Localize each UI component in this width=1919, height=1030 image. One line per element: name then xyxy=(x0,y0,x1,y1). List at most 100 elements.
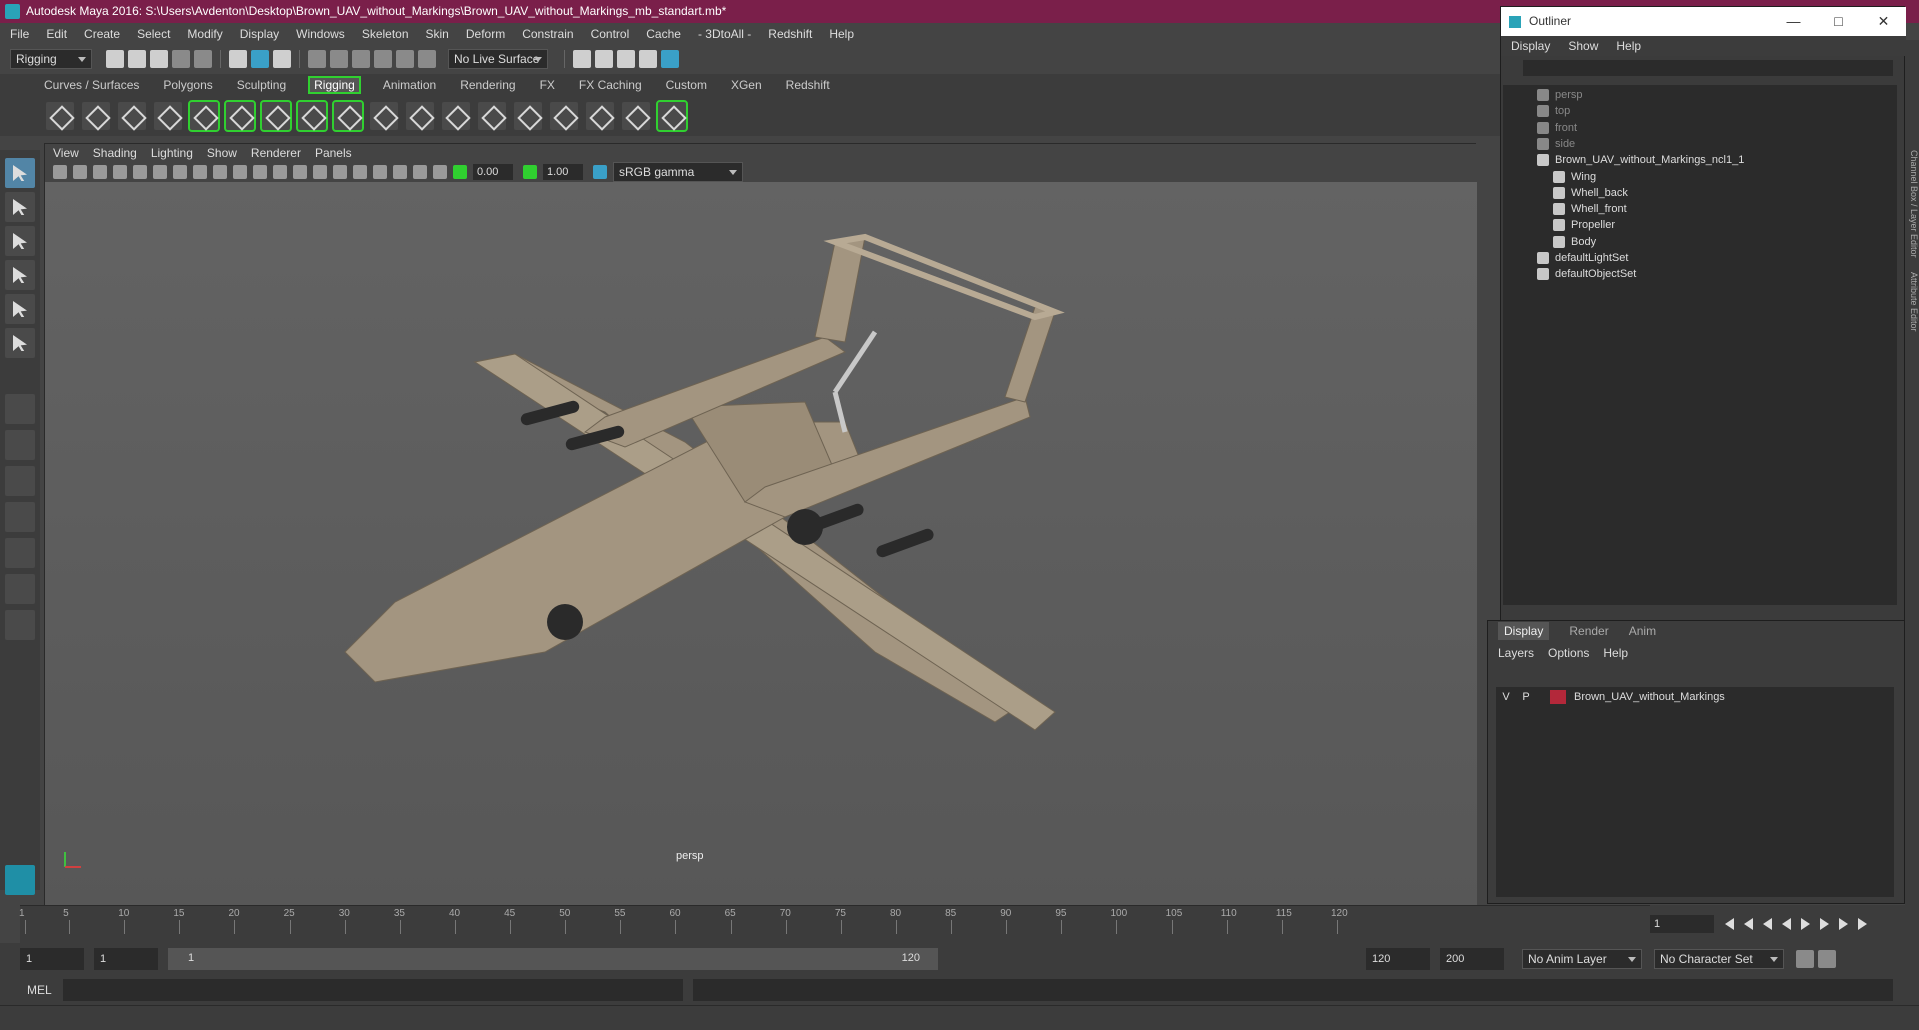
layer-menu-layers[interactable]: Layers xyxy=(1498,646,1534,660)
step-forward-key-icon[interactable] xyxy=(1839,918,1848,930)
hypershade-icon[interactable] xyxy=(661,50,679,68)
select-tool-icon[interactable] xyxy=(5,158,35,188)
live-surface-field[interactable]: No Live Surface xyxy=(448,49,548,69)
outliner-item[interactable]: defaultObjectSet xyxy=(1537,264,1636,284)
visibility-toggle[interactable]: V xyxy=(1496,691,1516,703)
anim-layer-dropdown[interactable]: No Anim Layer xyxy=(1522,949,1642,969)
menu-windows[interactable]: Windows xyxy=(296,27,345,41)
ik-handle-icon[interactable] xyxy=(82,102,110,130)
script-language-label[interactable]: MEL xyxy=(27,983,63,997)
ambient-occlusion-icon[interactable] xyxy=(353,165,367,179)
interactive-bind-icon[interactable] xyxy=(296,100,328,132)
redo-icon[interactable] xyxy=(194,50,212,68)
menu-cache[interactable]: Cache xyxy=(646,27,681,41)
lattice-icon[interactable] xyxy=(406,102,434,130)
shelf-tab-fx[interactable]: FX xyxy=(540,78,555,92)
perspective-viewport[interactable] xyxy=(45,182,1477,906)
viewport-menu-show[interactable]: Show xyxy=(207,146,237,160)
side-tab-channel-box-layer-editor[interactable]: Channel Box / Layer Editor xyxy=(1909,150,1919,258)
menu-create[interactable]: Create xyxy=(84,27,120,41)
auto-key-icon[interactable] xyxy=(1796,950,1814,968)
command-input[interactable] xyxy=(63,979,683,1001)
menu-3dtoall[interactable]: - 3DtoAll - xyxy=(698,27,751,41)
menu-set-dropdown[interactable]: Rigging xyxy=(10,49,92,69)
viewport-menu-renderer[interactable]: Renderer xyxy=(251,146,301,160)
render-view-icon[interactable] xyxy=(595,50,613,68)
menu-skeleton[interactable]: Skeleton xyxy=(362,27,409,41)
wireframe-icon[interactable] xyxy=(253,165,267,179)
viewport-menu-view[interactable]: View xyxy=(53,146,79,160)
save-scene-icon[interactable] xyxy=(150,50,168,68)
layer-tab-anim[interactable]: Anim xyxy=(1629,624,1656,638)
render-settings-icon[interactable] xyxy=(573,50,591,68)
open-scene-icon[interactable] xyxy=(128,50,146,68)
menu-constrain[interactable]: Constrain xyxy=(522,27,573,41)
viewport-menu-panels[interactable]: Panels xyxy=(315,146,352,160)
ik-spline-icon[interactable] xyxy=(118,102,146,130)
paint-weights-icon[interactable] xyxy=(332,100,364,132)
point-constraint-icon[interactable] xyxy=(550,102,578,130)
shelf-tab-redshift[interactable]: Redshift xyxy=(786,78,830,92)
shadows-icon[interactable] xyxy=(333,165,347,179)
menu-control[interactable]: Control xyxy=(591,27,630,41)
wrap-icon[interactable] xyxy=(478,102,506,130)
side-tab-attribute-editor[interactable]: Attribute Editor xyxy=(1909,272,1919,332)
field-chart-icon[interactable] xyxy=(213,165,227,179)
menu-deform[interactable]: Deform xyxy=(466,27,505,41)
time-slider[interactable]: 1 5 10 15 20 25 30 35 40 45 50 55 60 65 70 75 80 85 90 95 10… xyxy=(19,905,1660,943)
shelf-tab-sculpting[interactable]: Sculpting xyxy=(237,78,286,92)
go-to-end-icon[interactable] xyxy=(1858,918,1867,930)
step-back-key-icon[interactable] xyxy=(1744,918,1753,930)
menu-edit[interactable]: Edit xyxy=(46,27,67,41)
playback-toggle[interactable]: P xyxy=(1516,691,1536,703)
locator-icon[interactable] xyxy=(622,102,650,130)
four-view-icon[interactable] xyxy=(5,430,35,460)
layout-menu-icon[interactable] xyxy=(5,610,35,640)
blend-shape-icon[interactable] xyxy=(442,102,470,130)
smooth-bind-icon[interactable] xyxy=(260,100,292,132)
outliner-search-input[interactable] xyxy=(1523,60,1893,76)
select-hierarchy-icon[interactable] xyxy=(229,50,247,68)
layer-name[interactable]: Brown_UAV_without_Markings xyxy=(1574,691,1725,703)
rotate-tool-icon[interactable] xyxy=(5,294,35,324)
joint-tool-icon[interactable] xyxy=(46,102,74,130)
menu-file[interactable]: File xyxy=(10,27,29,41)
hypershade-layout-icon[interactable] xyxy=(5,574,35,604)
close-icon[interactable]: ✕ xyxy=(1861,7,1906,36)
textured-icon[interactable] xyxy=(293,165,307,179)
snap-grid-icon[interactable] xyxy=(308,50,326,68)
camera-attributes-icon[interactable] xyxy=(73,165,87,179)
gamma-field[interactable]: 1.00 xyxy=(543,164,583,180)
menu-skin[interactable]: Skin xyxy=(426,27,449,41)
ipr-render-icon[interactable] xyxy=(639,50,657,68)
play-backwards-icon[interactable] xyxy=(1782,918,1791,930)
select-object-icon[interactable] xyxy=(251,50,269,68)
color-management-icon[interactable] xyxy=(593,165,607,179)
step-forward-frame-icon[interactable] xyxy=(1820,918,1829,930)
humanik-icon[interactable] xyxy=(188,100,220,132)
resolution-gate-icon[interactable] xyxy=(173,165,187,179)
move-tool-icon[interactable] xyxy=(5,260,35,290)
go-to-start-icon[interactable] xyxy=(1725,918,1734,930)
shelf-tab-rigging[interactable]: Rigging xyxy=(308,76,361,94)
select-component-icon[interactable] xyxy=(273,50,291,68)
shelf-tab-curves-surfaces[interactable]: Curves / Surfaces xyxy=(44,78,139,92)
step-back-frame-icon[interactable] xyxy=(1763,918,1772,930)
menu-redshift[interactable]: Redshift xyxy=(768,27,812,41)
persp-graph-icon[interactable] xyxy=(5,538,35,568)
animation-prefs-icon[interactable] xyxy=(1818,950,1836,968)
motion-blur-icon[interactable] xyxy=(373,165,387,179)
view-transform-dropdown[interactable]: sRGB gamma xyxy=(613,162,743,182)
maya-home-icon[interactable] xyxy=(5,865,35,895)
snap-curve-icon[interactable] xyxy=(330,50,348,68)
xray-icon[interactable] xyxy=(433,165,447,179)
outliner-menu-help[interactable]: Help xyxy=(1616,39,1641,53)
minimize-icon[interactable]: — xyxy=(1771,7,1816,36)
shelf-tab-xgen[interactable]: XGen xyxy=(731,78,762,92)
animation-end-field[interactable]: 200 xyxy=(1440,948,1504,970)
smooth-shade-icon[interactable] xyxy=(273,165,287,179)
layer-tab-render[interactable]: Render xyxy=(1569,624,1608,638)
menu-display[interactable]: Display xyxy=(240,27,279,41)
shelf-tab-animation[interactable]: Animation xyxy=(383,78,436,92)
gate-mask-icon[interactable] xyxy=(193,165,207,179)
